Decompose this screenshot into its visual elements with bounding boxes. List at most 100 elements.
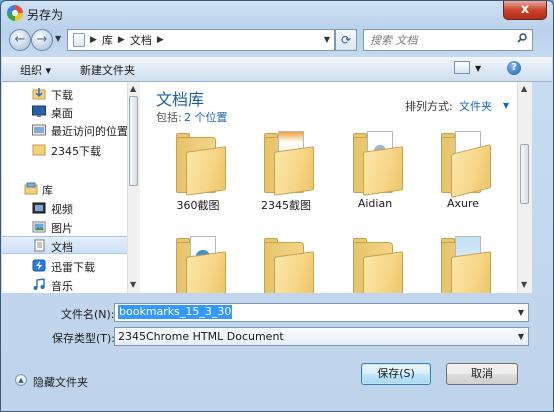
cancel-button[interactable]: 取消 — [446, 363, 518, 385]
arrange-by-label: 排列方式: — [405, 100, 453, 113]
address-bar[interactable]: ▶ 库 ▶ 文档 ▶ ▼ — [67, 29, 335, 51]
toolbar: 组织 ▾ 新建文件夹 ▼ ? — [2, 57, 552, 82]
hide-folders-label: 隐藏文件夹 — [33, 376, 88, 389]
breadcrumb-library[interactable]: 库 — [102, 32, 113, 48]
folder-with-settings-icon — [363, 146, 403, 196]
arrange-by-dropdown[interactable]: 文件夹 — [459, 98, 492, 114]
chevron-right-icon[interactable]: ▶ — [118, 35, 125, 45]
filetype-value: 2345Chrome HTML Document — [118, 330, 284, 343]
video-library-icon — [32, 202, 46, 214]
recent-places-icon — [32, 124, 46, 136]
save-as-dialog: 另存为 x ← → ▼ ▶ 库 ▶ 文档 ▶ ▼ ⟳ 组织 ▾ 新建文件夹 ▼ … — [0, 0, 554, 412]
folder-item[interactable] — [427, 232, 499, 293]
library-icon — [24, 182, 38, 195]
filename-field[interactable]: bookmarks_15_3_30 ▼ — [114, 303, 529, 322]
file-list-scrollbar[interactable]: ▲ ▼ — [517, 82, 532, 293]
search-icon[interactable] — [517, 33, 527, 43]
folder-with-screenshots-icon — [274, 146, 314, 196]
folder-icon — [32, 144, 46, 156]
filetype-label: 保存类型(T): — [52, 332, 116, 345]
documents-library-icon — [34, 239, 45, 252]
new-folder-button[interactable]: 新建文件夹 — [80, 62, 135, 78]
search-input[interactable] — [370, 32, 510, 48]
sidebar-scrollbar[interactable]: ▲ ▼ — [127, 82, 140, 293]
save-button[interactable]: 保存(S) — [361, 363, 431, 385]
refresh-button[interactable]: ⟳ — [335, 29, 357, 51]
help-button[interactable]: ? — [507, 61, 521, 75]
scroll-down-arrow-icon[interactable]: ▼ — [521, 280, 527, 289]
sidebar-item-label: 迅雷下载 — [51, 261, 95, 274]
library-title: 文档库 — [156, 90, 205, 109]
chevron-up-icon: ▲ — [15, 374, 27, 386]
filename-value[interactable]: bookmarks_15_3_30 — [118, 305, 233, 319]
folder-with-documents-icon — [451, 144, 491, 198]
filename-label: 文件名(N): — [61, 308, 115, 321]
sidebar-item-label: 视频 — [51, 203, 73, 216]
sidebar-item-documents[interactable]: 文档 — [2, 236, 127, 254]
folder-item[interactable]: 2345截图 — [250, 127, 322, 215]
folder-item[interactable] — [162, 232, 234, 293]
folder-name: 2345截图 — [261, 199, 311, 212]
filetype-select[interactable]: 2345Chrome HTML Document ▼ — [114, 327, 529, 346]
back-button[interactable]: ← — [9, 29, 31, 51]
sidebar-item-label: 桌面 — [51, 107, 73, 120]
scroll-up-arrow-icon[interactable]: ▲ — [521, 84, 527, 93]
folder-with-music-icon — [363, 251, 403, 293]
organize-button[interactable]: 组织 ▾ — [20, 62, 51, 78]
chevron-down-icon[interactable]: ▼ — [518, 332, 524, 341]
file-list: 文档库 包括: 2 个位置 排列方式: 文件夹 ▼ 360截图 2345截图 A… — [140, 82, 517, 293]
desktop-icon — [32, 105, 46, 117]
navigation-pane: 下载 桌面 最近访问的位置 2345下载 库 视频 图片 文档 迅雷下载 音乐 — [2, 82, 128, 293]
pictures-library-icon — [32, 221, 46, 233]
location-icon — [73, 33, 85, 47]
refresh-icon: ⟳ — [340, 33, 352, 47]
sidebar-scrollbar-thumb[interactable] — [129, 96, 138, 186]
sidebar-item-desktop[interactable]: 桌面 — [2, 103, 127, 121]
sidebar-item-downloads[interactable]: 下载 — [2, 85, 127, 103]
includes-locations-link[interactable]: 2 个位置 — [184, 109, 228, 125]
music-library-icon — [33, 278, 45, 290]
folder-name: Aidian — [357, 197, 393, 210]
sidebar-item-pictures[interactable]: 图片 — [2, 218, 127, 236]
sidebar-item-videos[interactable]: 视频 — [2, 199, 127, 217]
folder-icon — [186, 146, 226, 196]
sidebar-item-label: 最近访问的位置 — [51, 125, 128, 138]
chevron-right-icon[interactable]: ▶ — [157, 35, 164, 45]
sidebar-item-libraries[interactable]: 库 — [2, 180, 127, 198]
address-dropdown-icon[interactable]: ▼ — [324, 35, 330, 44]
chevron-right-icon[interactable]: ▶ — [90, 35, 97, 45]
search-box[interactable] — [363, 29, 533, 51]
view-dropdown-icon[interactable]: ▼ — [475, 64, 481, 73]
download-folder-icon — [32, 88, 46, 100]
folder-with-globe-document-icon — [186, 251, 226, 293]
folder-item[interactable] — [250, 232, 322, 293]
change-view-icon[interactable] — [454, 61, 470, 74]
sidebar-item-label: 2345下载 — [51, 145, 101, 158]
title-bar: 另存为 x — [1, 1, 553, 25]
sidebar-item-recent-places[interactable]: 最近访问的位置 — [2, 121, 127, 139]
sidebar-item-label: 下载 — [51, 89, 73, 102]
scroll-up-arrow-icon[interactable]: ▲ — [130, 84, 136, 93]
recent-locations-dropdown[interactable]: ▼ — [55, 34, 61, 43]
breadcrumb-documents[interactable]: 文档 — [130, 32, 152, 48]
back-arrow-icon: ← — [14, 32, 26, 47]
sidebar-item-music[interactable]: 音乐 — [2, 276, 127, 293]
chevron-down-icon[interactable]: ▼ — [503, 101, 509, 110]
file-list-scrollbar-thumb[interactable] — [520, 144, 529, 204]
folder-name: Axure — [446, 197, 480, 210]
folder-item[interactable]: Axure — [427, 127, 499, 215]
scroll-down-arrow-icon[interactable]: ▼ — [130, 280, 136, 289]
close-button[interactable]: x — [503, 1, 547, 20]
folder-item[interactable] — [339, 232, 411, 293]
sidebar-item-label: 图片 — [51, 222, 73, 235]
forward-button[interactable]: → — [31, 29, 53, 51]
folder-item[interactable]: 360截图 — [162, 127, 234, 215]
sidebar-item-2345-downloads[interactable]: 2345下载 — [2, 141, 127, 159]
forward-arrow-icon: → — [36, 32, 48, 47]
sidebar-item-thunder-downloads[interactable]: 迅雷下载 — [2, 257, 127, 275]
chevron-down-icon[interactable]: ▼ — [518, 308, 524, 317]
sidebar-item-label: 音乐 — [51, 280, 73, 293]
folder-item[interactable]: Aidian — [339, 127, 411, 215]
folder-icon — [274, 251, 314, 293]
window-title: 另存为 — [27, 8, 64, 22]
